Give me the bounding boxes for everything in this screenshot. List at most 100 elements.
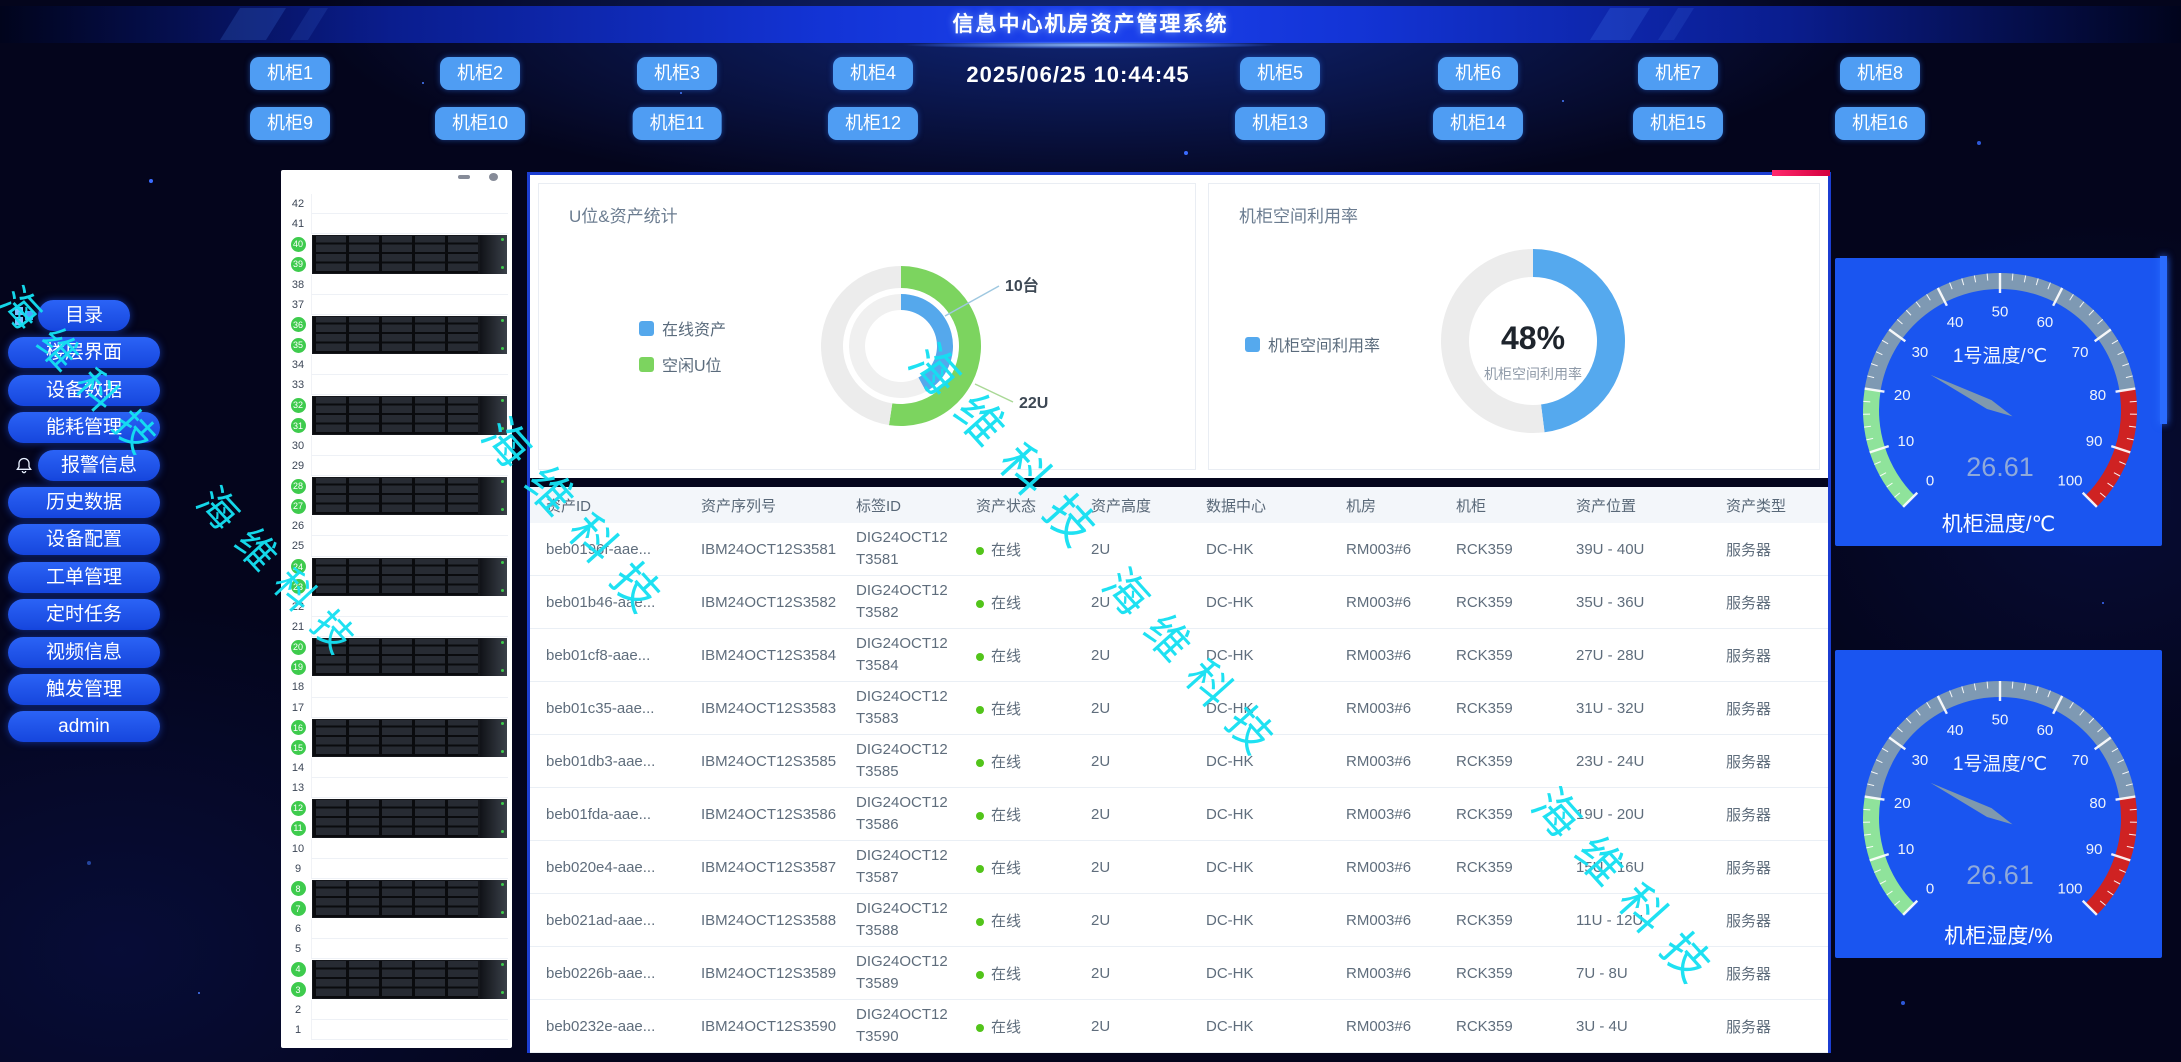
rack-unit-number: 38 (285, 275, 311, 295)
sidebar-item-label: 定时任务 (8, 599, 160, 630)
occupied-unit-badge: 8 (291, 881, 306, 896)
rack-unit-number: 26 (285, 516, 311, 536)
rack-empty-cell (311, 456, 508, 476)
table-row[interactable]: beb0196f-aae...IBM24OCT12S3581DIG24OCT12… (530, 523, 1828, 576)
server-image (312, 960, 507, 998)
cabinet-button[interactable]: 机柜13 (1235, 107, 1325, 140)
cabinet-button[interactable]: 机柜7 (1638, 57, 1718, 90)
rack-empty-unit: 37 (285, 295, 508, 315)
rack-unit-gutter: 87 (285, 879, 311, 919)
cabinet-button[interactable]: 机柜2 (440, 57, 520, 90)
rack-server-slot[interactable]: 4039 (285, 234, 508, 274)
cabinet-button[interactable]: 机柜14 (1433, 107, 1523, 140)
cell-pos: 27U - 28U (1560, 629, 1710, 682)
svg-text:40: 40 (1947, 722, 1964, 739)
rack-unit-number: 30 (285, 436, 311, 456)
cabinet-button[interactable]: 机柜15 (1633, 107, 1723, 140)
svg-text:26.61: 26.61 (1966, 452, 2034, 482)
sidebar-item-6[interactable]: 设备配置 (8, 524, 160, 555)
cell-type: 服务器 (1710, 576, 1828, 629)
svg-text:50: 50 (1992, 711, 2009, 728)
sidebar-item-label: 触发管理 (8, 674, 160, 705)
rack-server-slot[interactable]: 3635 (285, 315, 508, 355)
cell-id: beb01c35-aae... (530, 682, 685, 735)
cabinet-button[interactable]: 机柜11 (633, 107, 722, 140)
table-row[interactable]: beb0226b-aae...IBM24OCT12S3589DIG24OCT12… (530, 947, 1828, 1000)
cell-tag: DIG24OCT12T3585 (840, 735, 960, 788)
cell-status: 在线 (960, 576, 1075, 629)
rack-unit-number: 14 (285, 758, 311, 778)
rack-unit-number-occupied: 28 (285, 476, 311, 496)
cabinet-button[interactable]: 机柜5 (1240, 57, 1320, 90)
server-led (501, 319, 504, 322)
rack-server-slot[interactable]: 2827 (285, 476, 508, 516)
sidebar-item-11[interactable]: admin (8, 711, 160, 742)
cell-pos: 23U - 24U (1560, 735, 1710, 788)
cell-rack: RCK359 (1440, 576, 1560, 629)
rack-server-slot[interactable]: 1211 (285, 798, 508, 838)
cabinet-button[interactable]: 机柜12 (828, 107, 918, 140)
rack-empty-cell (311, 375, 508, 395)
table-row[interactable]: beb01fda-aae...IBM24OCT12S3586DIG24OCT12… (530, 788, 1828, 841)
online-status-dot (976, 600, 984, 608)
cabinet-button[interactable]: 机柜10 (435, 107, 525, 140)
occupied-unit-badge: 39 (291, 257, 306, 272)
table-row[interactable]: beb0232e-aae...IBM24OCT12S3590DIG24OCT12… (530, 1000, 1828, 1053)
u-assets-donut-chart: 10台22U (539, 184, 1195, 469)
cell-dc: DC-HK (1190, 894, 1330, 947)
server-side-cap (480, 719, 507, 757)
humidity-gauge-panel: 01020304050607080901001号温度/℃26.61 机柜湿度/% (1835, 650, 2162, 958)
cell-rack: RCK359 (1440, 523, 1560, 576)
cabinet-button[interactable]: 机柜9 (250, 107, 330, 140)
sidebar-item-9[interactable]: 视频信息 (8, 637, 160, 668)
cell-serial: IBM24OCT12S3589 (685, 947, 840, 1000)
occupied-unit-badge: 36 (291, 317, 306, 332)
svg-text:30: 30 (1912, 752, 1929, 769)
rack-server-slot[interactable]: 1615 (285, 718, 508, 758)
tag-id-value: DIG24OCT12T3590 (856, 1004, 956, 1048)
sidebar-item-8[interactable]: 定时任务 (8, 599, 160, 630)
cell-height: 2U (1075, 1000, 1190, 1053)
sidebar-item-label: admin (8, 711, 160, 742)
cell-height: 2U (1075, 735, 1190, 788)
server-drive-bays (313, 478, 478, 514)
server-drive-bays (313, 236, 478, 272)
server-image (312, 799, 507, 837)
rack-unit-gutter: 1615 (285, 718, 311, 758)
asset-table-panel: 资产ID资产序列号标签ID资产状态资产高度数据中心机房机柜资产位置资产类型 be… (530, 487, 1828, 1050)
sidebar-item-10[interactable]: 触发管理 (8, 674, 160, 705)
tag-id-value: DIG24OCT12T3588 (856, 898, 956, 942)
sidebar-item-7[interactable]: 工单管理 (8, 562, 160, 593)
server-drive-bays (313, 317, 478, 353)
rack-server-slot[interactable]: 87 (285, 879, 508, 919)
cabinet-button[interactable]: 机柜4 (833, 57, 913, 90)
cell-status: 在线 (960, 841, 1075, 894)
rack-unit-number-occupied: 36 (285, 315, 311, 335)
background-stars (0, 0, 2, 2)
server-side-cap (480, 558, 507, 596)
rack-empty-cell (311, 778, 508, 798)
cabinet-button[interactable]: 机柜1 (250, 57, 330, 90)
rack-empty-cell (311, 698, 508, 718)
rack-unit-number-occupied: 11 (285, 818, 311, 838)
cabinet-button[interactable]: 机柜16 (1835, 107, 1925, 140)
rack-empty-unit: 9 (285, 859, 508, 879)
cell-height: 2U (1075, 682, 1190, 735)
rack-server-slot[interactable]: 43 (285, 959, 508, 999)
sidebar-item-5[interactable]: 历史数据 (8, 487, 160, 518)
cell-rack: RCK359 (1440, 735, 1560, 788)
rack-empty-cell (311, 516, 508, 536)
rack-unit-gutter: 43 (285, 959, 311, 999)
cabinet-button[interactable]: 机柜3 (637, 57, 717, 90)
cabinet-button[interactable]: 机柜8 (1840, 57, 1920, 90)
column-header: 标签ID (840, 487, 960, 523)
rack-server-slot[interactable]: 3231 (285, 395, 508, 435)
cabinet-button[interactable]: 机柜6 (1438, 57, 1518, 90)
rack-unit-gutter: 4039 (285, 234, 311, 274)
cell-status: 在线 (960, 1000, 1075, 1053)
svg-text:60: 60 (2037, 314, 2054, 331)
svg-text:40: 40 (1947, 314, 1964, 331)
cell-rack: RCK359 (1440, 629, 1560, 682)
online-status-dot (976, 759, 984, 767)
table-row[interactable]: beb01db3-aae...IBM24OCT12S3585DIG24OCT12… (530, 735, 1828, 788)
